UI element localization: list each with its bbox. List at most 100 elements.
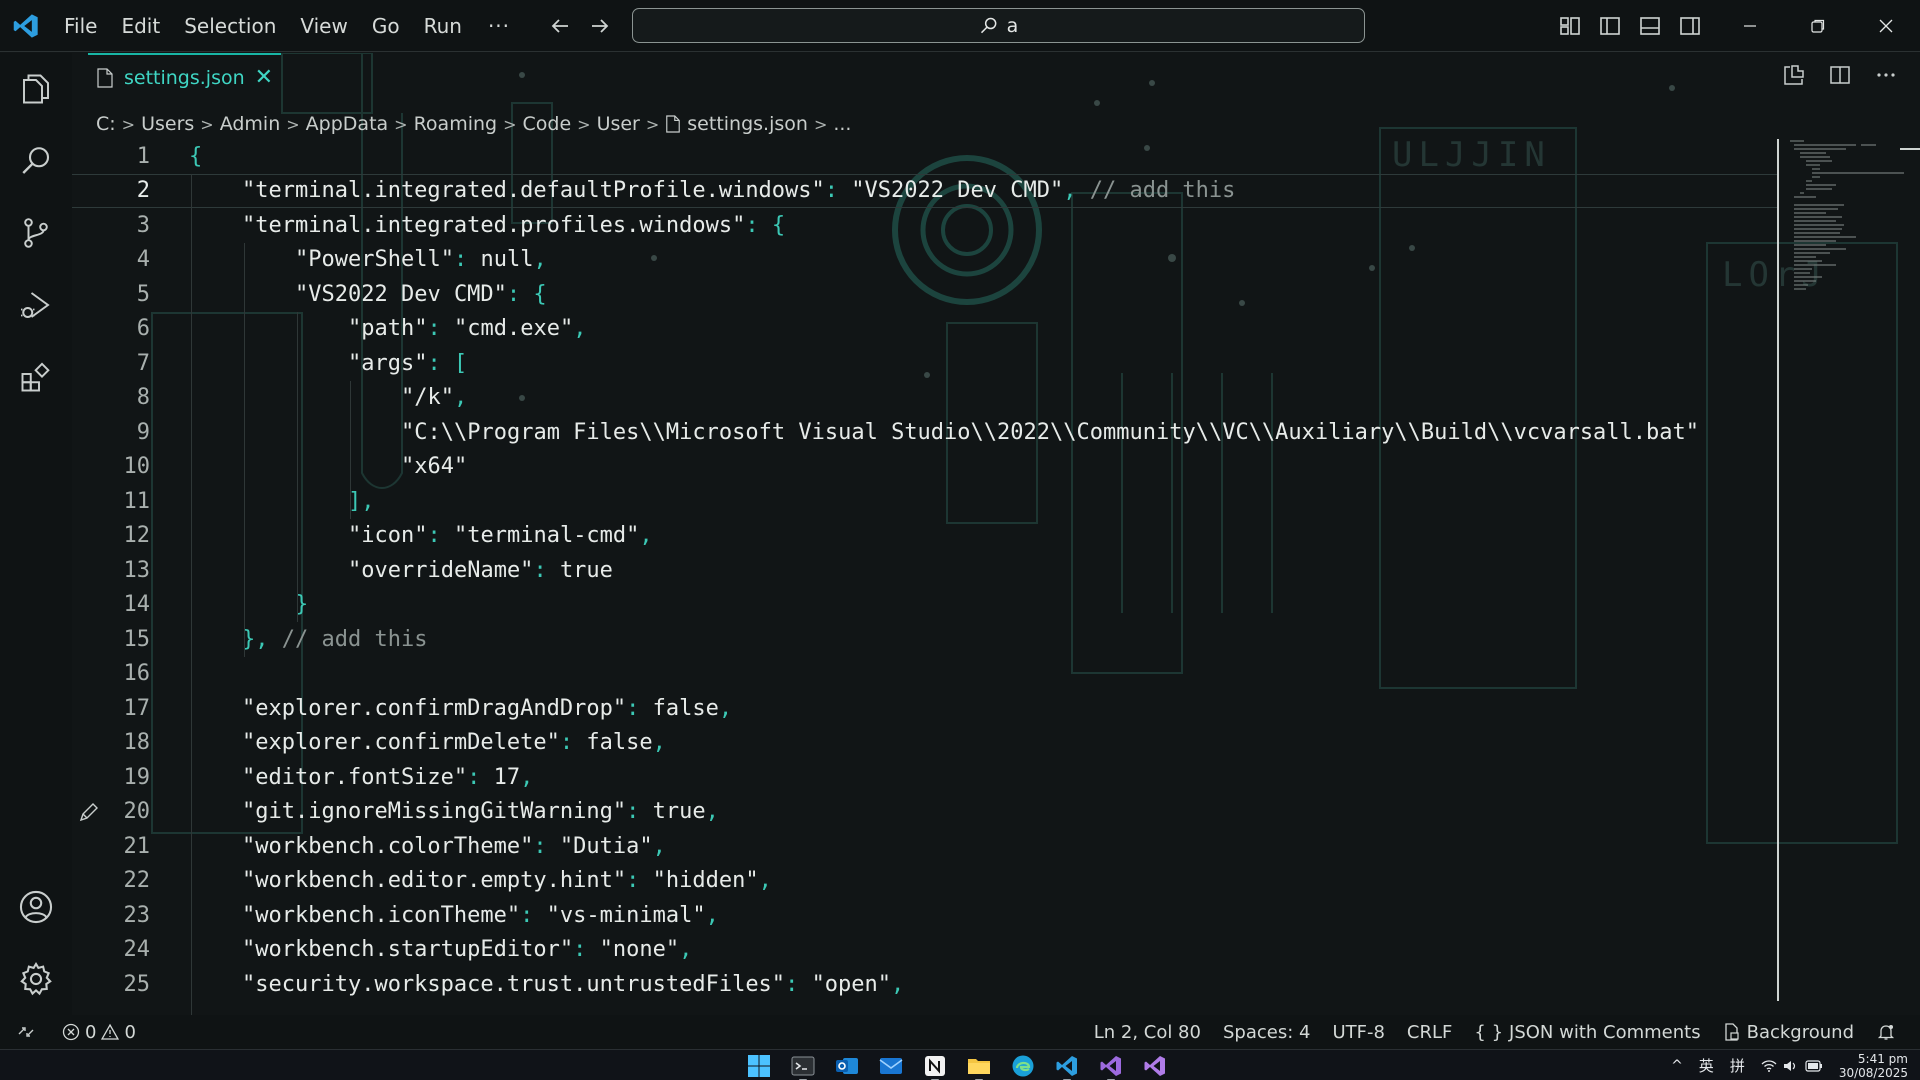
code-token: ], xyxy=(348,488,375,514)
breadcrumb-item[interactable]: Roaming xyxy=(414,113,498,135)
code-line[interactable]: 12 "icon": "terminal-cmd", xyxy=(72,519,1778,554)
close-window-button[interactable] xyxy=(1852,0,1920,52)
line-number: 22 xyxy=(123,868,151,894)
taskbar-mail[interactable] xyxy=(876,1051,906,1080)
code-line[interactable]: 6 "path": "cmd.exe", xyxy=(72,312,1778,347)
code-line[interactable]: 21 "workbench.colorTheme": "Dutia", xyxy=(72,829,1778,864)
breadcrumb-item[interactable]: AppData xyxy=(306,113,389,135)
forward-arrow-icon[interactable] xyxy=(588,14,612,38)
problems-indicator[interactable]: 0 0 xyxy=(52,1022,136,1043)
input-method[interactable]: 拼 xyxy=(1730,1055,1745,1076)
breadcrumb-item[interactable]: Code xyxy=(523,113,572,135)
code-line[interactable]: 23 "workbench.iconTheme": "vs-minimal", xyxy=(72,898,1778,933)
extensions-button[interactable] xyxy=(0,341,72,413)
run-debug-button[interactable] xyxy=(0,269,72,341)
input-language[interactable]: 英 xyxy=(1699,1055,1714,1076)
menu-edit[interactable]: Edit xyxy=(109,0,172,52)
quick-settings[interactable] xyxy=(1761,1059,1823,1073)
code-line[interactable]: 14} xyxy=(72,588,1778,623)
source-control-button[interactable] xyxy=(0,197,72,269)
taskbar-file-explorer[interactable] xyxy=(964,1051,994,1080)
toggle-secondary-sidebar-icon[interactable] xyxy=(1678,14,1702,38)
code-line[interactable]: 17 "explorer.confirmDragAndDrop": false, xyxy=(72,691,1778,726)
minimize-button[interactable] xyxy=(1716,0,1784,52)
code-line[interactable]: 7 "args": [ xyxy=(72,346,1778,381)
customize-layout-icon[interactable] xyxy=(1558,14,1582,38)
code-line-text: "x64" xyxy=(401,454,467,479)
breadcrumb-item[interactable]: C: xyxy=(96,113,116,135)
search-view-button[interactable] xyxy=(0,125,72,197)
breadcrumb-item[interactable]: User xyxy=(597,113,640,135)
menu-file[interactable]: File xyxy=(52,0,109,52)
code-line[interactable]: 16 xyxy=(72,657,1778,692)
code-line[interactable]: 9 "C:\\Program Files\\Microsoft Visual St… xyxy=(72,415,1778,450)
notifications-bell-icon[interactable] xyxy=(1876,1022,1896,1042)
breadcrumb-item[interactable]: Admin xyxy=(220,113,281,135)
language-mode[interactable]: { } JSON with Comments xyxy=(1474,1022,1700,1043)
code-line[interactable]: 8 "/k", xyxy=(72,381,1778,416)
breadcrumb-item[interactable]: Users xyxy=(141,113,194,135)
split-editor-icon[interactable] xyxy=(1828,63,1852,87)
code-line[interactable]: 1{ xyxy=(72,139,1778,174)
taskbar-outlook[interactable] xyxy=(832,1051,862,1080)
code-line[interactable]: 22 "workbench.editor.empty.hint": "hidden… xyxy=(72,864,1778,899)
taskbar-vscode[interactable] xyxy=(1052,1051,1082,1080)
open-settings-ui-icon[interactable] xyxy=(1782,63,1806,87)
show-hidden-icons-button[interactable]: ^ xyxy=(1671,1058,1683,1074)
taskbar-visual-studio[interactable] xyxy=(1096,1051,1126,1080)
breadcrumb-item[interactable]: settings.json xyxy=(687,113,808,135)
outlook-icon xyxy=(836,1057,858,1074)
code-line[interactable]: 20 "git.ignoreMissingGitWarning": true, xyxy=(72,795,1778,830)
code-token: "Dutia" xyxy=(559,833,653,859)
menu-view[interactable]: View xyxy=(288,0,359,52)
code-line[interactable]: 15}, // add this xyxy=(72,622,1778,657)
code-line[interactable]: 25 "security.workspace.trust.untrustedFil… xyxy=(72,967,1778,1002)
code-line[interactable]: 24 "workbench.startupEditor": "none", xyxy=(72,933,1778,968)
accounts-button[interactable] xyxy=(0,871,72,943)
tab-settings-json[interactable]: settings.json ✕ xyxy=(88,53,282,101)
back-arrow-icon[interactable] xyxy=(548,14,572,38)
encoding[interactable]: UTF-8 xyxy=(1332,1022,1384,1043)
code-line[interactable]: 11], xyxy=(72,484,1778,519)
more-actions-icon[interactable] xyxy=(1874,63,1898,87)
explorer-button[interactable] xyxy=(0,53,72,125)
code-line[interactable]: 10 "x64" xyxy=(72,450,1778,485)
code-line[interactable]: 13 "overrideName": true xyxy=(72,553,1778,588)
code-line[interactable]: 19 "editor.fontSize": 17, xyxy=(72,760,1778,795)
windows-taskbar: ^ 英 拼 5:41 pm 30/08/2025 xyxy=(0,1049,1920,1080)
code-editor[interactable]: 1{2 "terminal.integrated.defaultProfile.w… xyxy=(72,139,1778,1015)
end-of-line[interactable]: CRLF xyxy=(1407,1022,1452,1043)
background-extension[interactable]: Background xyxy=(1723,1022,1854,1043)
code-line[interactable]: 3 "terminal.integrated.profiles.windows":… xyxy=(72,208,1778,243)
taskbar-visual-studio-2[interactable] xyxy=(1140,1051,1170,1080)
code-line-text: "path": "cmd.exe", xyxy=(348,316,586,341)
taskbar-notion[interactable] xyxy=(920,1051,950,1080)
tab-close-button[interactable]: ✕ xyxy=(255,67,273,89)
pencil-icon[interactable] xyxy=(78,801,100,823)
restore-button[interactable] xyxy=(1784,0,1852,52)
menu-selection[interactable]: Selection xyxy=(172,0,288,52)
menu-run[interactable]: Run xyxy=(412,0,474,52)
menu-go[interactable]: Go xyxy=(360,0,412,52)
breadcrumb-item[interactable]: ... xyxy=(833,113,851,135)
taskbar-terminal[interactable] xyxy=(788,1051,818,1080)
toggle-primary-sidebar-icon[interactable] xyxy=(1598,14,1622,38)
toggle-panel-icon[interactable] xyxy=(1638,14,1662,38)
manage-button[interactable] xyxy=(0,943,72,1015)
code-token: , xyxy=(1063,178,1090,204)
minimap[interactable] xyxy=(1786,137,1906,317)
clock[interactable]: 5:41 pm 30/08/2025 xyxy=(1839,1052,1908,1080)
command-center-search[interactable]: a xyxy=(632,8,1365,43)
code-token: "args" xyxy=(348,350,428,376)
start-button[interactable] xyxy=(744,1051,774,1080)
menu-more-button[interactable]: ··· xyxy=(474,14,524,38)
code-line[interactable]: 2 "terminal.integrated.defaultProfile.win… xyxy=(72,173,1778,208)
code-line[interactable]: 18 "explorer.confirmDelete": false, xyxy=(72,726,1778,761)
code-line[interactable]: 5 "VS2022 Dev CMD": { xyxy=(72,277,1778,312)
indentation[interactable]: Spaces: 4 xyxy=(1223,1022,1310,1043)
taskbar-edge[interactable] xyxy=(1008,1051,1038,1080)
scrollbar-indicator[interactable] xyxy=(1900,148,1920,150)
cursor-position[interactable]: Ln 2, Col 80 xyxy=(1094,1022,1201,1043)
remote-button[interactable] xyxy=(0,1015,52,1049)
code-line[interactable]: 4 "PowerShell": null, xyxy=(72,243,1778,278)
